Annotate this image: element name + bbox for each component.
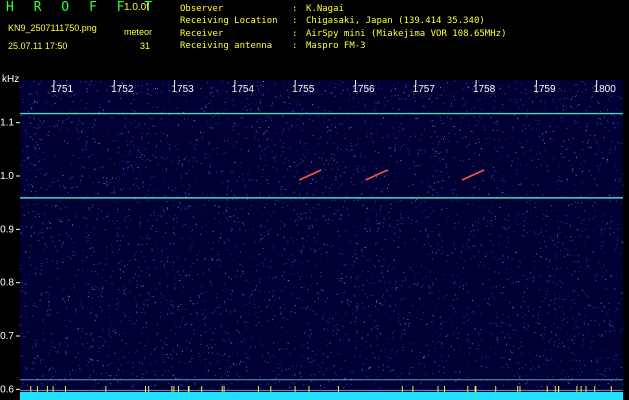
- bottom-tick: [580, 386, 582, 392]
- bottom-tick: [554, 386, 556, 392]
- bottom-tick: [338, 386, 339, 392]
- bottom-tick: [270, 386, 272, 392]
- bottom-tick: [576, 386, 578, 392]
- bottom-tick: [221, 386, 223, 392]
- bottom-tick: [223, 386, 225, 392]
- bottom-tick: [401, 386, 403, 392]
- y-tick-label: 0.8: [0, 278, 14, 289]
- y-tick-label: 1.1: [0, 118, 14, 129]
- bottom-tick: [294, 386, 296, 392]
- x-tick-label: 1800: [594, 84, 617, 95]
- bottom-tick: [201, 386, 203, 392]
- bottom-tick: [173, 386, 175, 392]
- bottom-tick: [475, 386, 477, 392]
- x-tick-label: 1754: [232, 84, 255, 95]
- x-tick-label: 1752: [111, 84, 134, 95]
- bottom-tick: [519, 386, 521, 392]
- bottom-tick: [52, 386, 54, 392]
- x-tick-label: 1753: [171, 84, 194, 95]
- y-tick-label: 0.9: [0, 224, 14, 235]
- bottom-tick: [178, 386, 179, 392]
- bottom-tick: [148, 386, 150, 392]
- bottom-band: [20, 392, 623, 400]
- bottom-tick: [187, 386, 189, 392]
- bottom-tick: [46, 386, 48, 392]
- x-tick-label: 1758: [473, 84, 496, 95]
- bottom-tick: [467, 386, 469, 392]
- bottom-tick: [558, 386, 559, 392]
- bottom-tick: [30, 386, 32, 392]
- bottom-tick: [65, 386, 66, 392]
- bottom-tick: [444, 386, 445, 392]
- bottom-tick: [610, 386, 612, 392]
- bottom-tick: [495, 386, 497, 392]
- x-tick-label: 1755: [292, 84, 315, 95]
- x-tick-label: 1759: [533, 84, 556, 95]
- bottom-tick: [171, 386, 173, 392]
- bottom-tick: [308, 386, 310, 392]
- x-tick-label: 1751: [51, 84, 74, 95]
- x-tick-label: 1756: [352, 84, 375, 95]
- bottom-tick: [437, 386, 439, 392]
- y-tick-label: 1.0: [0, 171, 14, 182]
- x-tick-label: 1757: [413, 84, 436, 95]
- bottom-tick: [105, 386, 107, 392]
- bottom-tick: [36, 386, 38, 392]
- bottom-tick: [546, 386, 548, 392]
- bottom-tick: [145, 386, 146, 392]
- bottom-tick: [517, 386, 519, 392]
- bottom-tick: [585, 386, 587, 392]
- y-tick-label: 0.6: [0, 384, 14, 395]
- bottom-tick: [257, 386, 259, 392]
- bottom-tick: [594, 386, 596, 392]
- spectrogram-chart: 1.1 1.0 0.9 0.8 0.7 0.6 1751 1752 1753 1754 1755 17…: [0, 80, 624, 400]
- y-tick-label: 0.7: [0, 331, 14, 342]
- bottom-tick: [412, 386, 414, 392]
